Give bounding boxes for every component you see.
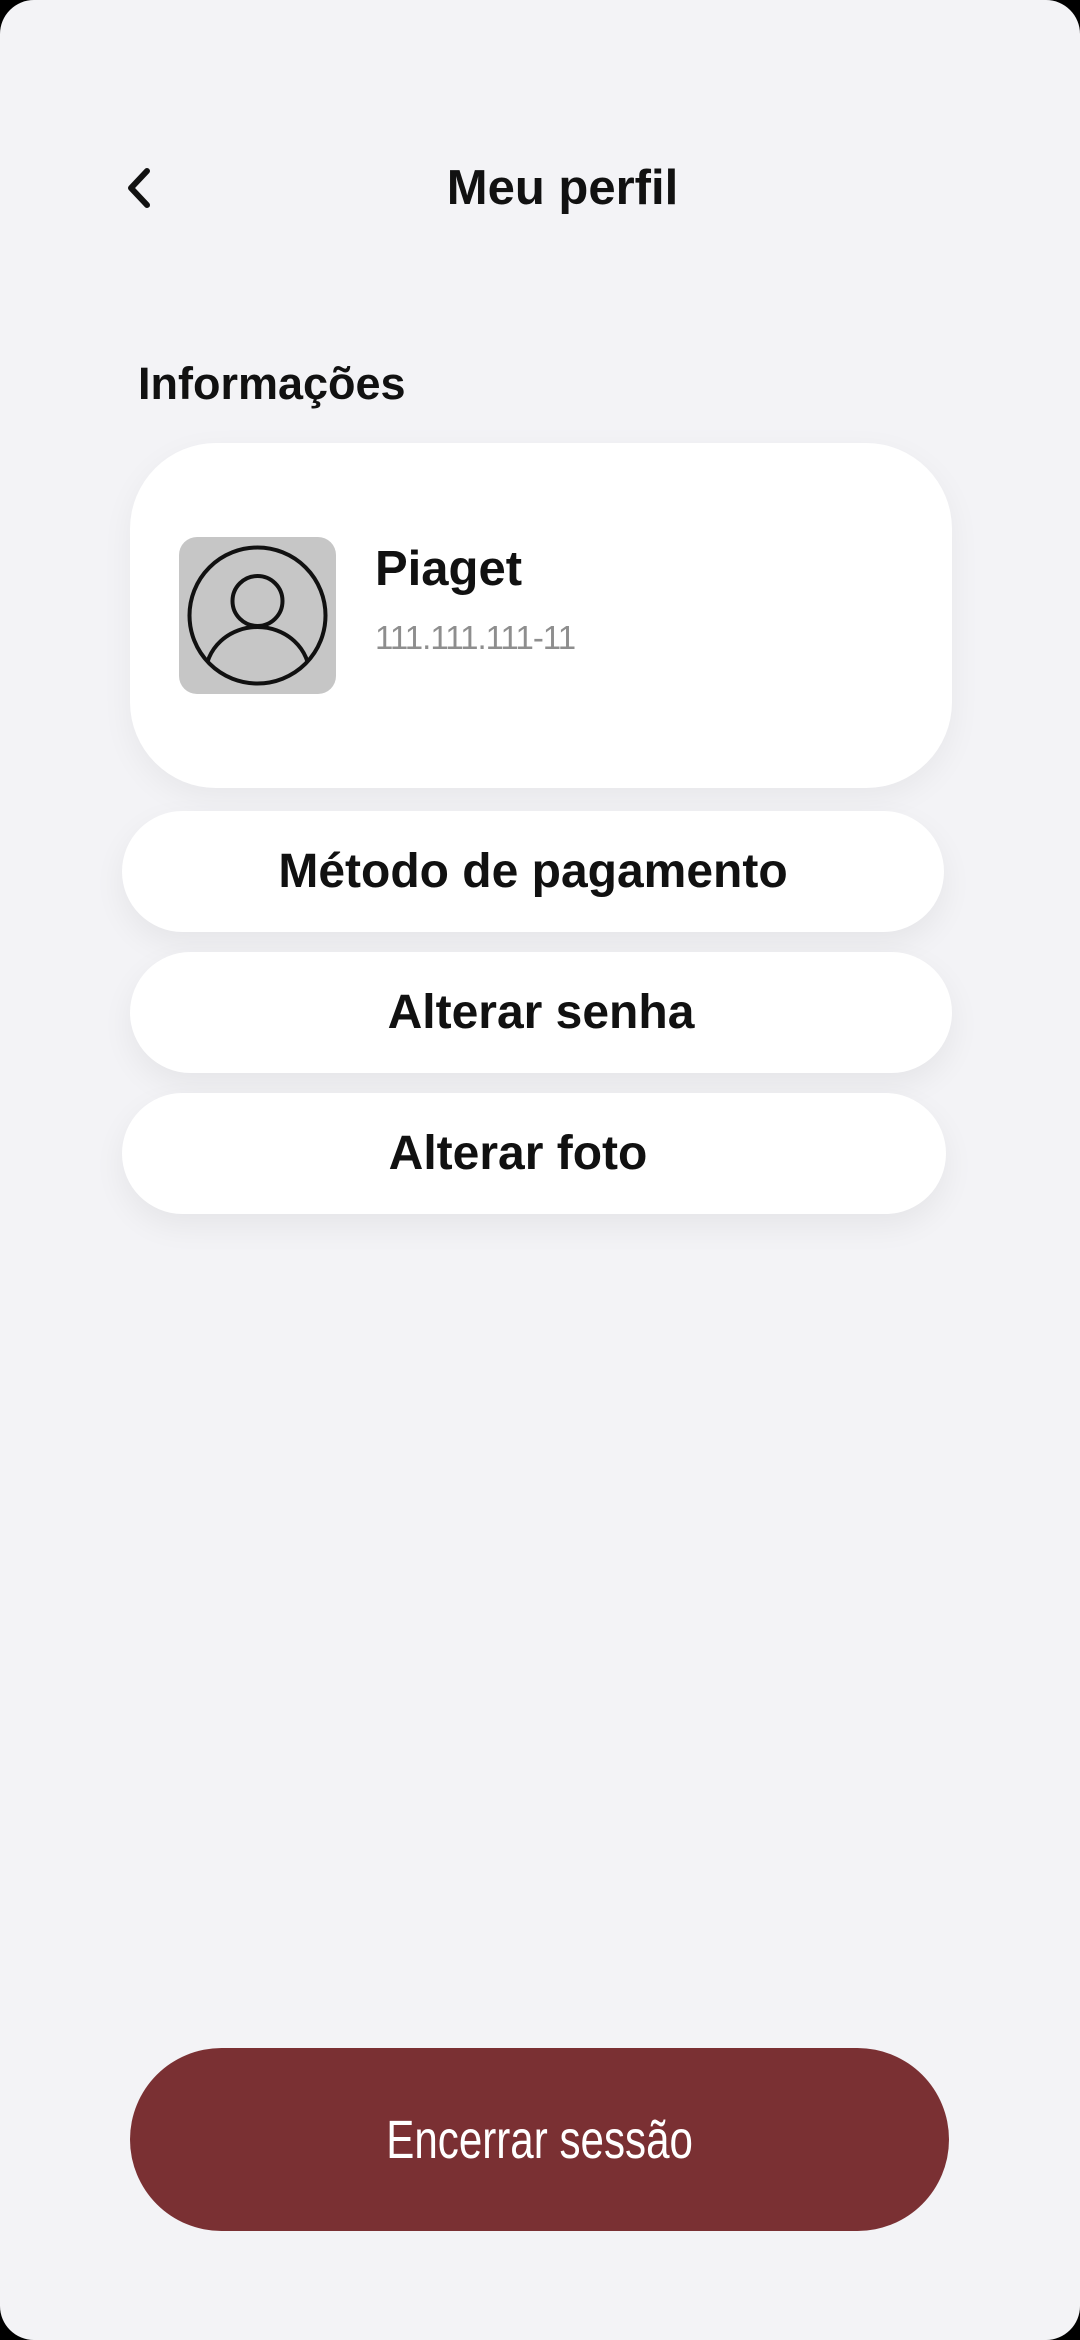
change-password-button[interactable]: Alterar senha <box>130 952 952 1073</box>
user-avatar-icon <box>187 545 328 686</box>
logout-button[interactable]: Encerrar sessão <box>130 2048 949 2231</box>
profile-card: Piaget 111.111.111-11 <box>130 443 952 788</box>
payment-method-button[interactable]: Método de pagamento <box>122 811 944 932</box>
profile-document: 111.111.111-11 <box>375 619 576 656</box>
profile-screen: Meu perfil Informações Piaget 111.111.11… <box>0 0 1080 2340</box>
page-title: Meu perfil <box>446 161 679 215</box>
change-photo-button[interactable]: Alterar foto <box>122 1093 946 1214</box>
change-photo-label: Alterar foto <box>388 1127 648 1180</box>
section-title-informacoes: Informações <box>138 358 406 409</box>
logout-label: Encerrar sessão <box>386 2109 693 2170</box>
profile-name: Piaget <box>375 542 523 596</box>
avatar[interactable] <box>179 537 336 694</box>
